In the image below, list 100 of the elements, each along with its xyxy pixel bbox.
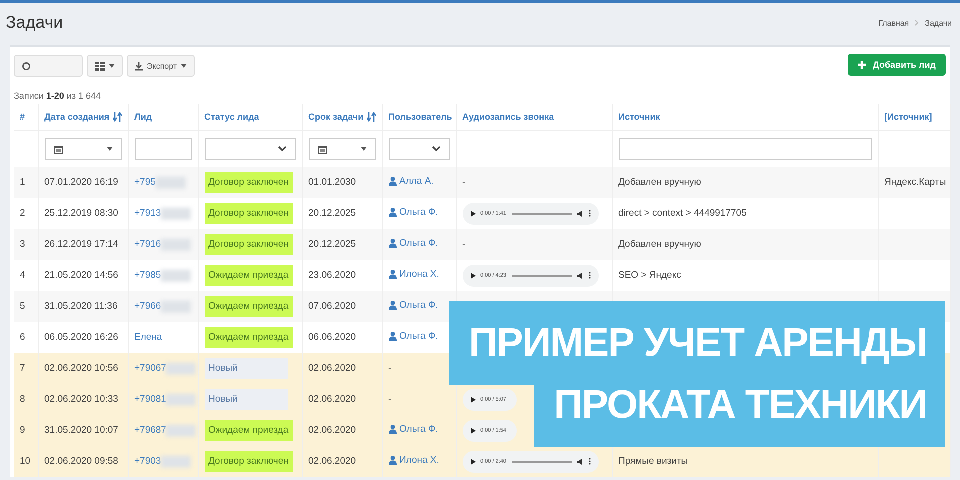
chevron-icon — [432, 146, 440, 152]
filter-input[interactable] — [618, 138, 872, 160]
table-cell: Добавлен вручную — [618, 239, 702, 250]
volume-icon — [576, 458, 584, 464]
lead-link[interactable]: +7985 — [134, 270, 162, 281]
user-icon — [388, 270, 396, 279]
user-icon — [388, 425, 396, 434]
user-icon — [388, 301, 396, 310]
lead-link[interactable]: +7903 — [134, 456, 162, 467]
columns-button[interactable] — [87, 55, 123, 77]
row-number: 6 — [20, 332, 26, 343]
row-number: 1 — [20, 177, 26, 188]
row-number: 3 — [20, 239, 26, 250]
table-cell: 20.12.2025 — [308, 208, 356, 219]
table-cell: 06.05.2020 16:26 — [44, 332, 118, 343]
lead-link[interactable]: +795 — [134, 177, 156, 188]
table-cell: - — [462, 177, 466, 188]
column-header: Источник — [618, 112, 660, 122]
redaction-blur — [161, 270, 192, 282]
lead-link[interactable]: +7916 — [134, 239, 162, 250]
user-link[interactable]: Илона Х. — [400, 455, 440, 466]
play-icon — [470, 272, 476, 278]
export-icon — [135, 62, 143, 70]
lead-link[interactable]: +79067 — [134, 363, 166, 374]
status-badge: Договор заключен — [204, 451, 293, 472]
volume-icon — [576, 272, 584, 278]
lead-link[interactable]: +7913 — [134, 208, 162, 219]
status-badge: Ожидаем приезда — [204, 265, 293, 286]
redaction-blur — [161, 300, 192, 312]
user-link[interactable]: Ольга Ф. — [400, 300, 438, 311]
export-button[interactable]: Экспорт — [127, 55, 196, 77]
plus-icon — [858, 61, 866, 69]
lead-link[interactable]: +79687 — [134, 425, 166, 436]
table-cell: 31.05.2020 11:36 — [44, 301, 118, 312]
table-cell: 02.06.2020 09:58 — [44, 456, 118, 467]
user-icon — [388, 332, 396, 341]
table-cell: 02.06.2020 — [308, 394, 356, 405]
column-header: Аудиозапись звонка — [462, 112, 554, 122]
calendar-icon — [54, 144, 62, 154]
caret-icon — [106, 147, 112, 151]
lead-link[interactable]: +7966 — [134, 301, 162, 312]
table-cell: - — [462, 239, 466, 250]
column-header[interactable]: Дата создания — [44, 112, 110, 122]
table-cell: Добавлен вручную — [618, 177, 702, 188]
user-link[interactable]: Алла А. — [400, 176, 434, 187]
row-number: 10 — [20, 456, 31, 467]
table-cell: 26.12.2019 17:14 — [44, 239, 118, 250]
table-cell: SEO > Яндекс — [618, 270, 682, 281]
page-title: Задачи — [6, 13, 64, 33]
redaction-blur — [166, 362, 196, 374]
redaction-blur — [161, 456, 192, 468]
table-cell: 06.06.2020 — [308, 332, 356, 343]
table-cell: 02.06.2020 — [308, 456, 356, 467]
table-cell: 02.06.2020 10:56 — [44, 363, 118, 374]
status-badge: Ожидаем приезда — [204, 327, 293, 348]
table-cell: 25.12.2019 08:30 — [44, 208, 118, 219]
lead-link[interactable]: +79081 — [134, 394, 166, 405]
records-count: Записи 1-20 из 1 644 — [14, 91, 102, 101]
row-number: 8 — [20, 394, 26, 405]
sort-icon[interactable] — [112, 112, 122, 122]
lead-link[interactable]: Елена — [134, 332, 162, 343]
column-header: # — [20, 112, 26, 122]
column-header: Лид — [134, 112, 152, 122]
caret-icon — [109, 64, 115, 68]
filter-input[interactable] — [134, 138, 192, 160]
status-badge: Договор заключен — [204, 203, 293, 224]
column-header[interactable]: Срок задачи — [308, 112, 364, 122]
date-filter[interactable] — [308, 138, 376, 160]
status-badge: Новый — [204, 358, 288, 379]
table-cell: 01.01.2030 — [308, 177, 356, 188]
user-link[interactable]: Ольга Ф. — [400, 331, 438, 342]
redaction-blur — [166, 394, 196, 406]
play-icon — [470, 396, 476, 402]
table-cell: 02.06.2020 — [308, 425, 356, 436]
column-header: Статус лида — [204, 112, 260, 122]
add-lead-button[interactable]: Добавить лид — [848, 54, 946, 76]
date-filter[interactable] — [44, 138, 122, 160]
banner-text: ПРОКАТА ТЕХНИКИ — [534, 385, 945, 447]
caret-icon — [360, 147, 366, 151]
table-cell: 02.06.2020 — [308, 363, 356, 374]
breadcrumb-link[interactable]: Главная — [878, 18, 910, 28]
user-link[interactable]: Ольга Ф. — [400, 238, 438, 249]
user-icon — [388, 177, 396, 186]
user-link[interactable]: Илона Х. — [400, 269, 440, 280]
table-cell: - — [388, 363, 392, 374]
status-badge: Договор заключен — [204, 172, 293, 193]
row-number: 4 — [20, 270, 26, 281]
columns-icon — [95, 62, 105, 70]
table-cell: Прямые визиты — [618, 456, 688, 467]
sort-icon[interactable] — [366, 112, 376, 122]
caret-icon — [181, 64, 188, 68]
table-cell: 20.12.2025 — [308, 239, 356, 250]
user-link[interactable]: Ольга Ф. — [400, 207, 438, 218]
row-number: 2 — [20, 208, 26, 219]
table-cell: 21.05.2020 14:56 — [44, 270, 118, 281]
status-badge: Ожидаем приезда — [204, 296, 293, 317]
status-badge: Ожидаем приезда — [204, 420, 293, 441]
column-header: [Источник] — [884, 112, 932, 122]
separator-icon — [915, 20, 920, 26]
user-link[interactable]: Ольга Ф. — [400, 424, 438, 435]
